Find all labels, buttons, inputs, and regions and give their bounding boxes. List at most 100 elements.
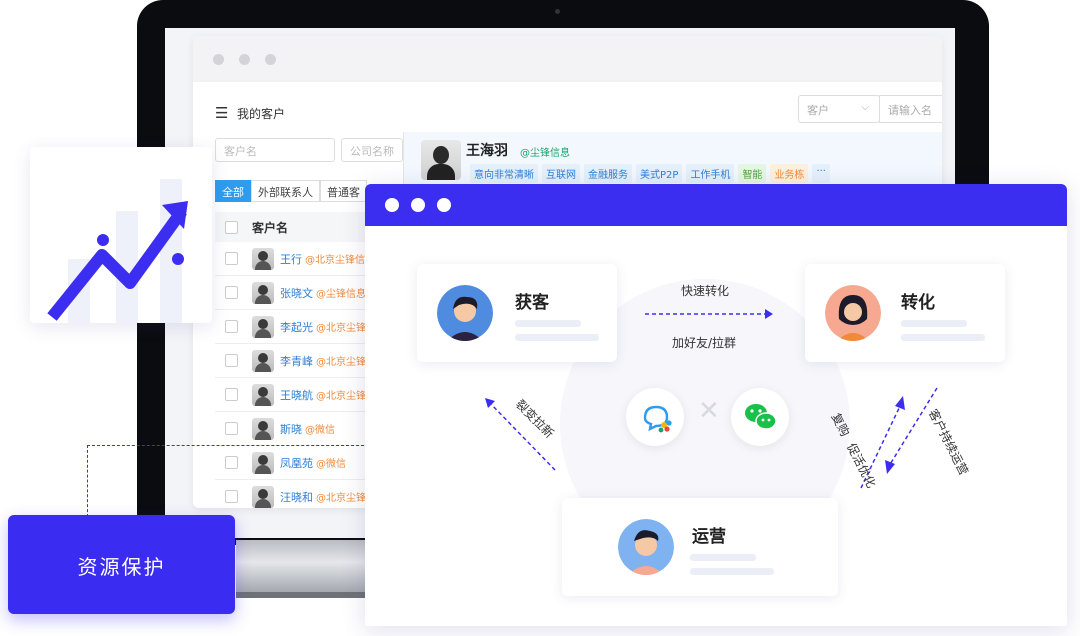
fast-convert-label: 快速转化 xyxy=(681,284,730,298)
window-dot[interactable] xyxy=(385,198,399,212)
placeholder-bar xyxy=(901,320,967,327)
avatar xyxy=(252,349,274,372)
row-checkbox[interactable] xyxy=(225,490,238,503)
customer-name[interactable]: 李起光 xyxy=(280,319,313,335)
tag[interactable]: ··· xyxy=(812,164,830,183)
tag[interactable]: 金融服务 xyxy=(584,164,632,183)
tab-all[interactable]: 全部 xyxy=(215,180,251,202)
tag[interactable]: 意向非常清晰 xyxy=(470,164,538,183)
detail-name: 王海羽 xyxy=(466,143,508,159)
customer-name[interactable]: 张晓文 xyxy=(280,285,313,301)
row-checkbox[interactable] xyxy=(225,456,238,469)
avatar xyxy=(252,451,274,474)
right-arrow xyxy=(645,309,773,319)
laptop-hinge xyxy=(236,540,366,595)
window-titlebar xyxy=(193,36,942,82)
detail-org: @尘锋信息 xyxy=(520,148,570,159)
filter-tabs: 全部 外部联系人 普通客 xyxy=(215,180,367,202)
avatar xyxy=(252,485,274,508)
customer-name-input[interactable]: 客户名 xyxy=(215,138,335,162)
female-avatar-icon xyxy=(825,285,881,341)
avatar xyxy=(252,281,274,304)
customer-name[interactable]: 斯晓 xyxy=(280,421,302,437)
customer-org: @北京尘锋 xyxy=(316,357,366,368)
window-dot[interactable] xyxy=(239,54,250,65)
type-select-value: 客户 xyxy=(807,104,829,117)
stage: ☰ 我的客户 客户 ⌵ 请输入名 客户名 公司名称 全部 外部联系人 普通客 客… xyxy=(0,0,1080,636)
chevron-down-icon: ⌵ xyxy=(861,102,869,113)
placeholder-bar xyxy=(901,334,985,341)
row-checkbox[interactable] xyxy=(225,286,238,299)
male-avatar-icon xyxy=(437,285,493,341)
convert-card: 转化 xyxy=(805,264,1005,362)
tag[interactable]: 互联网 xyxy=(542,164,580,183)
avatar xyxy=(252,247,274,270)
convert-title: 转化 xyxy=(901,293,935,313)
customer-name[interactable]: 李青峰 xyxy=(280,353,313,369)
customer-org: @北京尘锋 xyxy=(316,391,366,402)
customer-org: @北京尘锋 xyxy=(316,323,366,334)
tag-list: 意向非常清晰 互联网 金融服务 美式P2P 工作手机 智能 业务栋 ··· xyxy=(470,164,830,183)
avatar xyxy=(252,315,274,338)
page-title: 我的客户 xyxy=(237,107,286,121)
customer-name[interactable]: 王晓航 xyxy=(280,387,313,403)
tab-normal[interactable]: 普通客 xyxy=(320,180,367,202)
placeholder-bar xyxy=(515,334,599,341)
window-dot[interactable] xyxy=(265,54,276,65)
tag[interactable]: 美式P2P xyxy=(636,164,683,183)
growth-chart-card xyxy=(30,147,212,323)
lifecycle-titlebar xyxy=(365,184,1067,226)
window-dot[interactable] xyxy=(213,54,224,65)
customer-org: @北京尘锋 xyxy=(316,493,366,504)
add-friend-label: 加好友/拉群 xyxy=(672,336,737,350)
growth-chart-icon xyxy=(47,179,188,323)
customer-org: @尘锋信息 xyxy=(316,289,366,300)
column-header-name: 客户名 xyxy=(252,220,289,235)
chart-dot xyxy=(97,234,109,246)
laptop-hinge-shadow xyxy=(236,592,366,598)
row-checkbox[interactable] xyxy=(225,354,238,367)
enterprise-wechat-icon xyxy=(626,388,684,446)
company-name-input[interactable]: 公司名称 xyxy=(341,138,403,162)
operate-title: 运营 xyxy=(692,527,726,547)
menu-icon[interactable]: ☰ xyxy=(215,104,228,122)
placeholder-bar xyxy=(690,568,774,575)
chart-bar xyxy=(160,179,182,323)
row-checkbox[interactable] xyxy=(225,320,238,333)
tag[interactable]: 业务栋 xyxy=(770,164,809,183)
avatar xyxy=(252,417,274,440)
badge-label: 资源保护 xyxy=(77,555,166,579)
customer-name[interactable]: 汪晓和 xyxy=(280,489,313,505)
row-checkbox[interactable] xyxy=(225,388,238,401)
acquire-title: 获客 xyxy=(515,293,549,313)
connector-line xyxy=(87,445,369,446)
wechat-icon xyxy=(731,388,789,446)
row-checkbox[interactable] xyxy=(225,422,238,435)
type-select[interactable]: 客户 ⌵ xyxy=(798,95,880,123)
acquire-card: 获客 xyxy=(417,264,617,362)
customer-name[interactable]: 王行 xyxy=(280,251,302,267)
operate-card: 运营 xyxy=(562,498,838,596)
window-dot[interactable] xyxy=(437,198,451,212)
avatar xyxy=(421,140,461,180)
customer-name[interactable]: 凤凰苑 xyxy=(280,455,313,471)
male-avatar-icon xyxy=(618,519,674,575)
laptop-camera xyxy=(555,9,560,14)
chart-dot xyxy=(172,253,184,265)
placeholder-bar xyxy=(690,554,756,561)
window-dot[interactable] xyxy=(411,198,425,212)
tab-external[interactable]: 外部联系人 xyxy=(251,180,320,202)
app-header: ☰ 我的客户 客户 ⌵ 请输入名 xyxy=(193,92,942,132)
search-input[interactable]: 请输入名 xyxy=(879,95,942,123)
connector-line xyxy=(87,445,88,517)
cross-icon: ✕ xyxy=(698,396,720,426)
row-checkbox[interactable] xyxy=(225,252,238,265)
customer-org: @北京尘锋信 xyxy=(305,255,365,266)
customer-org: @微信 xyxy=(316,459,346,470)
select-all-checkbox[interactable] xyxy=(225,220,238,234)
avatar xyxy=(252,383,274,406)
tag[interactable]: 工作手机 xyxy=(686,164,735,183)
tag[interactable]: 智能 xyxy=(738,164,767,183)
resource-protection-badge[interactable]: 资源保护 xyxy=(8,515,235,614)
customer-org: @微信 xyxy=(305,425,335,436)
